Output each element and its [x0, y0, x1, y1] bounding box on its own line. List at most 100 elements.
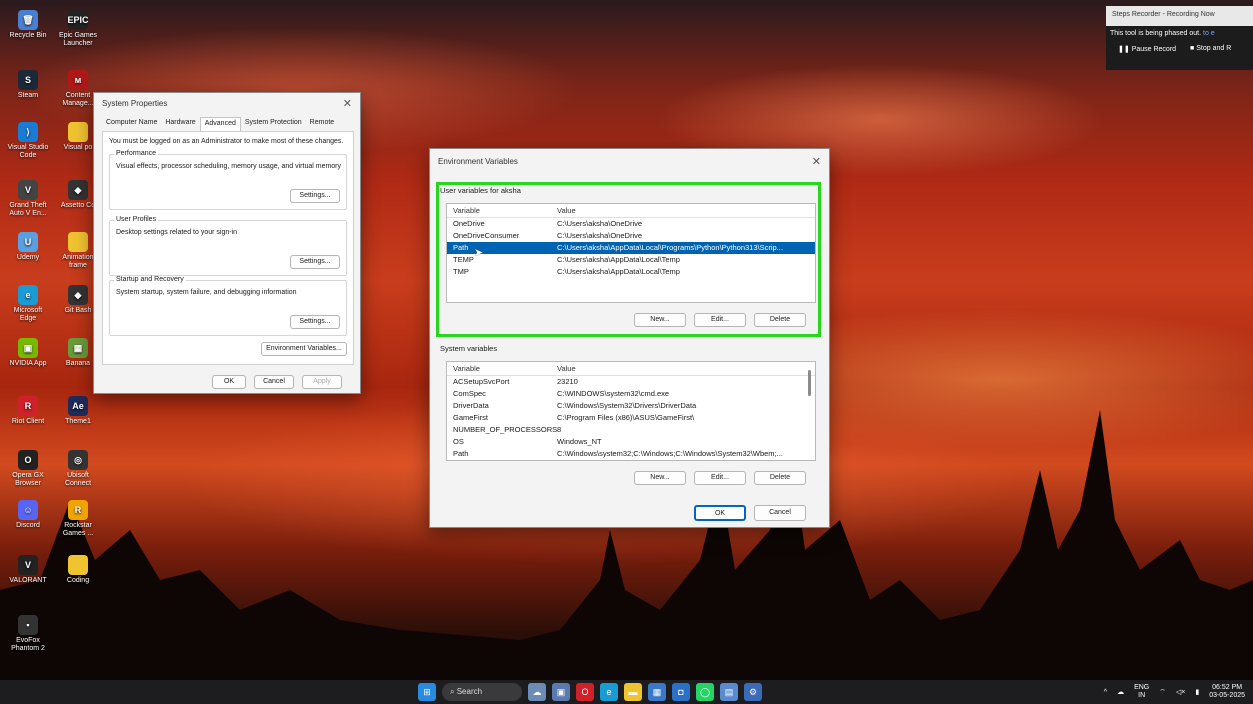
taskview-icon[interactable]: ▣: [552, 683, 570, 701]
whatsapp-icon[interactable]: ◯: [696, 683, 714, 701]
windows-icon[interactable]: ⊞: [418, 683, 436, 701]
table-row[interactable]: NUMBER_OF_PROCESSORS 8: [447, 424, 815, 436]
desktop-icon-rockstar-games[interactable]: R Rockstar Games ...: [56, 500, 100, 538]
desktop-icon-ubisoft-connect[interactable]: ◎ Ubisoft Connect: [56, 450, 100, 488]
desktop-icon-discord[interactable]: ☺ Discord: [6, 500, 50, 530]
variable-name: NUMBER_OF_PROCESSORS: [453, 425, 557, 434]
tab-computer-name[interactable]: Computer Name: [102, 117, 161, 131]
desktop-icon-coding[interactable]: Coding: [56, 555, 100, 585]
visual-po-icon: [68, 122, 88, 142]
wifi-icon[interactable]: ⌔: [1159, 688, 1166, 697]
desktop-icon-microsoft-edge[interactable]: e Microsoft Edge: [6, 285, 50, 323]
desktop-icon-epic-games-launcher[interactable]: EPIC Epic Games Launcher: [56, 10, 100, 48]
volume-icon[interactable]: ◁×: [1176, 688, 1185, 696]
tab-system-protection[interactable]: System Protection: [241, 117, 306, 131]
system-variables-list[interactable]: Variable Value ACSetupSvcPort 23210 ComSpe…: [446, 361, 816, 461]
environment-variables-button[interactable]: Environment Variables...: [261, 342, 347, 356]
table-row[interactable]: DriverData C:\Windows\System32\Drivers\Dr…: [447, 400, 815, 412]
clock[interactable]: 06:52 PM 03-05-2025: [1209, 684, 1245, 700]
store-icon[interactable]: ▦: [648, 683, 666, 701]
group-description: Visual effects, processor scheduling, me…: [116, 163, 342, 170]
ok-button[interactable]: OK: [212, 375, 246, 389]
widgets-icon[interactable]: ☁: [528, 683, 546, 701]
variable-value: Windows_NT: [557, 437, 602, 446]
table-row[interactable]: Path C:\Windows\system32;C:\Windows;C:\Wi…: [447, 448, 815, 460]
close-icon[interactable]: ✕: [812, 155, 821, 168]
microsoft-edge-icon: e: [18, 285, 38, 305]
system-edit-button[interactable]: Edit...: [694, 471, 746, 485]
startup-settings-button[interactable]: Settings...: [290, 315, 340, 329]
group-label: User Profiles: [114, 216, 159, 223]
stop-record-button[interactable]: ■ Stop and R: [1190, 45, 1231, 53]
desktop-icon-label: Discord: [16, 522, 40, 529]
startup-recovery-group: Startup and Recovery System startup, sys…: [109, 276, 347, 336]
window-title: Environment Variables: [438, 157, 518, 166]
desktop-icon-riot-client[interactable]: R Riot Client: [6, 396, 50, 426]
language-indicator[interactable]: ENG IN: [1134, 684, 1149, 700]
opera-gx-browser-icon: O: [18, 450, 38, 470]
battery-icon[interactable]: ▮: [1195, 688, 1199, 696]
desktop-icon-udemy[interactable]: U Udemy: [6, 232, 50, 262]
variable-name: Path: [453, 449, 469, 458]
desktop-icon-steam[interactable]: S Steam: [6, 70, 50, 100]
steps-recorder-message: This tool is being phased out. to e: [1110, 30, 1215, 37]
variable-value: C:\Windows\System32\Drivers\DriverData: [557, 401, 697, 410]
cancel-button[interactable]: Cancel: [254, 375, 294, 389]
variable-name: GameFirst: [453, 413, 489, 422]
assetto-co-icon: ◆: [68, 180, 88, 200]
ok-button[interactable]: OK: [694, 505, 746, 521]
performance-settings-button[interactable]: Settings...: [290, 189, 340, 203]
tab-advanced[interactable]: Advanced: [199, 117, 241, 131]
pause-record-button[interactable]: ❚❚ Pause Record: [1118, 45, 1176, 53]
tab-hardware[interactable]: Hardware: [161, 117, 199, 131]
close-icon[interactable]: ✕: [343, 97, 352, 110]
control-icon[interactable]: ⚙: [744, 683, 762, 701]
desktop-icon-label: Epic Games Launcher: [58, 32, 98, 47]
table-row[interactable]: ComSpec C:\WINDOWS\system32\cmd.exe: [447, 388, 815, 400]
desktop-icon-label: VALORANT: [9, 577, 47, 584]
table-row[interactable]: ACSetupSvcPort 23210: [447, 376, 815, 388]
banana-icon: ▦: [68, 338, 88, 358]
outlook-icon[interactable]: ◘: [672, 683, 690, 701]
steps-icon[interactable]: ▤: [720, 683, 738, 701]
desktop-icon-grand-theft-auto-v-en[interactable]: V Grand Theft Auto V En...: [6, 180, 50, 218]
table-row[interactable]: OS Windows_NT: [447, 436, 815, 448]
column-header-variable: Variable: [453, 364, 480, 373]
desktop-icon-recycle-bin[interactable]: 🗑 Recycle Bin: [6, 10, 50, 40]
explorer-icon[interactable]: ▬: [624, 683, 642, 701]
cloud-icon[interactable]: ☁: [1117, 688, 1124, 696]
desktop-icon-theme1[interactable]: Ae Theme1: [56, 396, 100, 426]
opera-icon[interactable]: O: [576, 683, 594, 701]
udemy-icon: U: [18, 232, 38, 252]
variable-value: C:\Program Files (x86)\ASUS\GameFirst\: [557, 413, 695, 422]
advanced-tab-panel: You must be logged on as an Administrato…: [102, 131, 354, 365]
performance-group: Performance Visual effects, processor sc…: [109, 150, 347, 210]
taskbar-search-box[interactable]: ⌕ Search: [442, 683, 522, 701]
table-row[interactable]: GameFirst C:\Program Files (x86)\ASUS\Gam…: [447, 412, 815, 424]
window-title: System Properties: [102, 99, 168, 108]
chevron-up-icon[interactable]: ^: [1104, 689, 1107, 696]
tab-remote[interactable]: Remote: [306, 117, 339, 131]
steps-recorder-title: Steps Recorder - Recording Now: [1106, 6, 1253, 26]
apply-button[interactable]: Apply: [302, 375, 342, 389]
desktop-icon-nvidia-app[interactable]: ▣ NVIDIA App: [6, 338, 50, 368]
grand-theft-auto-v-en-icon: V: [18, 180, 38, 200]
variable-name: OS: [453, 437, 464, 446]
scrollbar-thumb[interactable]: [808, 370, 811, 396]
desktop-icon-valorant[interactable]: V VALORANT: [6, 555, 50, 585]
cancel-button[interactable]: Cancel: [754, 505, 806, 521]
desktop-icon-evofox-phantom-2[interactable]: ▪ EvoFox Phantom 2: [6, 615, 50, 653]
system-new-button[interactable]: New...: [634, 471, 686, 485]
recycle-bin-icon: 🗑: [18, 10, 38, 30]
variable-name: ACSetupSvcPort: [453, 377, 510, 386]
edge-icon[interactable]: e: [600, 683, 618, 701]
desktop-icon-label: Recycle Bin: [9, 32, 47, 39]
epic-games-launcher-icon: EPIC: [68, 10, 89, 30]
system-delete-button[interactable]: Delete: [754, 471, 806, 485]
desktop-icon-opera-gx-browser[interactable]: O Opera GX Browser: [6, 450, 50, 488]
user-profiles-settings-button[interactable]: Settings...: [290, 255, 340, 269]
desktop-icon-visual-studio-code[interactable]: ⟩ Visual Studio Code: [6, 122, 50, 160]
group-label: Performance: [114, 150, 159, 157]
admin-note: You must be logged on as an Administrato…: [109, 138, 344, 145]
list-header: Variable Value: [447, 362, 815, 376]
